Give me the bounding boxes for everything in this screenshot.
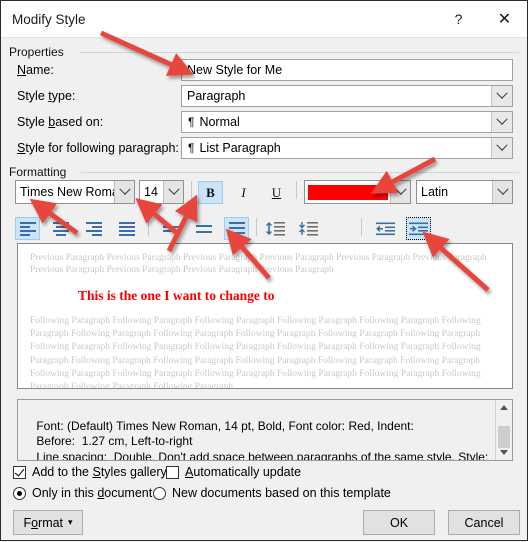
description-scrollbar[interactable] xyxy=(495,400,512,460)
cancel-button[interactable]: Cancel xyxy=(448,510,520,535)
scroll-up-icon[interactable] xyxy=(496,400,512,415)
toolbar-divider xyxy=(256,218,257,236)
style-based-on-label: Style based on: xyxy=(17,115,104,129)
style-based-on-combo[interactable]: ¶ Normal xyxy=(181,111,513,133)
properties-group-label: Properties xyxy=(9,45,69,59)
chevron-down-icon[interactable] xyxy=(492,181,512,203)
align-center-button[interactable] xyxy=(48,217,73,240)
radio-icon xyxy=(153,486,166,500)
style-following-combo[interactable]: ¶ List Paragraph xyxy=(181,137,513,159)
toolbar-divider xyxy=(191,181,192,199)
align-left-button[interactable] xyxy=(15,217,40,240)
decrease-paragraph-spacing-icon xyxy=(298,222,318,236)
increase-indent-icon xyxy=(408,222,428,235)
name-row-label: Name: xyxy=(17,59,54,81)
style-preview: Previous Paragraph Previous Paragraph Pr… xyxy=(17,243,513,389)
style-following-row-label: Style for following paragraph: xyxy=(17,137,179,159)
toolbar-divider xyxy=(148,218,149,236)
style-description: Font: (Default) Times New Roman, 14 pt, … xyxy=(17,399,513,461)
format-button-label: Format xyxy=(23,515,64,530)
line-spacing-1-5-button[interactable] xyxy=(191,217,216,240)
style-following-value: List Paragraph xyxy=(199,141,281,155)
decrease-indent-icon xyxy=(375,222,395,235)
font-color-swatch xyxy=(308,184,388,200)
align-right-button[interactable] xyxy=(81,217,106,240)
style-based-on-row-label: Style based on: xyxy=(17,111,103,133)
add-to-styles-gallery-label: Add to the Styles gallery xyxy=(32,465,167,479)
font-family-value: Times New Roman xyxy=(20,185,118,199)
align-right-icon xyxy=(85,222,102,236)
modify-style-dialog: Modify Style ? ✕ Properties Name: New St… xyxy=(0,0,528,541)
font-family-combo[interactable]: Times New Roman xyxy=(15,180,135,204)
line-spacing-single-icon xyxy=(162,225,179,233)
add-to-styles-gallery-checkbox[interactable]: Add to the Styles gallery xyxy=(13,465,167,479)
increase-indent-button[interactable] xyxy=(406,217,431,240)
line-spacing-double-icon xyxy=(228,222,245,235)
line-spacing-double-button[interactable] xyxy=(224,217,249,240)
increase-paragraph-spacing-icon xyxy=(265,222,285,236)
preview-heading: This is the one I want to change to xyxy=(78,288,275,303)
automatically-update-checkbox[interactable]: Automatically update xyxy=(166,465,301,479)
group-divider xyxy=(81,172,519,173)
style-type-label: Style type: xyxy=(17,89,76,103)
font-size-combo[interactable]: 14 xyxy=(139,180,184,204)
align-left-icon xyxy=(19,222,36,236)
toolbar-divider xyxy=(361,218,362,236)
scroll-down-icon[interactable] xyxy=(496,445,512,460)
chevron-down-icon[interactable] xyxy=(390,181,410,203)
style-type-row-label: Style type: xyxy=(17,85,75,107)
line-spacing-single-button[interactable] xyxy=(158,217,183,240)
increase-paragraph-spacing-button[interactable] xyxy=(263,217,288,240)
automatically-update-label: Automatically update xyxy=(185,465,302,479)
pilcrow-icon: ¶ xyxy=(188,115,195,129)
style-type-value: Paragraph xyxy=(187,89,246,103)
line-spacing-1-5-icon xyxy=(195,224,212,234)
name-input-value: New Style for Me xyxy=(187,63,283,77)
decrease-paragraph-spacing-button[interactable] xyxy=(296,217,321,240)
italic-button[interactable]: I xyxy=(231,181,256,204)
close-icon[interactable]: ✕ xyxy=(482,1,527,36)
help-icon[interactable]: ? xyxy=(436,1,481,36)
toolbar-divider xyxy=(296,181,297,199)
align-justify-button[interactable] xyxy=(114,217,139,240)
script-combo[interactable]: Latin xyxy=(416,180,513,204)
preview-following-paragraph: Following Paragraph Following Paragraph … xyxy=(30,316,481,389)
title-bar: Modify Style ? ✕ xyxy=(1,1,527,38)
script-value: Latin xyxy=(421,185,449,199)
ok-button[interactable]: OK xyxy=(363,510,435,535)
decrease-indent-button[interactable] xyxy=(373,217,398,240)
style-description-text: Font: (Default) Times New Roman, 14 pt, … xyxy=(36,418,489,461)
chevron-down-icon[interactable] xyxy=(491,138,512,158)
align-center-icon xyxy=(52,222,69,236)
checkbox-icon xyxy=(13,465,26,479)
style-type-combo[interactable]: Paragraph xyxy=(181,85,513,107)
chevron-down-icon[interactable] xyxy=(163,181,183,203)
format-button[interactable]: Format ▾ xyxy=(13,510,83,535)
bold-button[interactable]: B xyxy=(198,181,223,204)
chevron-down-icon[interactable] xyxy=(114,181,134,203)
group-divider xyxy=(79,52,519,53)
style-based-on-value: Normal xyxy=(199,115,240,129)
name-input[interactable]: New Style for Me xyxy=(181,59,513,81)
only-this-document-radio[interactable]: Only in this document xyxy=(13,486,152,500)
name-label: Name: xyxy=(17,63,54,77)
chevron-down-icon[interactable] xyxy=(491,86,512,106)
caret-down-icon: ▾ xyxy=(68,517,73,527)
pilcrow-icon: ¶ xyxy=(188,141,195,155)
underline-button[interactable]: U xyxy=(264,181,289,204)
chevron-down-icon[interactable] xyxy=(491,112,512,132)
new-documents-radio[interactable]: New documents based on this template xyxy=(153,486,391,500)
radio-icon xyxy=(13,486,26,500)
style-following-label: Style for following paragraph: xyxy=(17,141,179,155)
align-justify-icon xyxy=(118,222,135,236)
font-color-combo[interactable] xyxy=(304,180,411,204)
preview-previous-paragraph: Previous Paragraph Previous Paragraph Pr… xyxy=(30,253,487,275)
new-documents-label: New documents based on this template xyxy=(172,486,391,500)
formatting-group-label: Formatting xyxy=(9,165,72,179)
dialog-title: Modify Style xyxy=(12,11,86,27)
only-this-document-label: Only in this document xyxy=(32,486,153,500)
checkbox-icon xyxy=(166,465,179,479)
